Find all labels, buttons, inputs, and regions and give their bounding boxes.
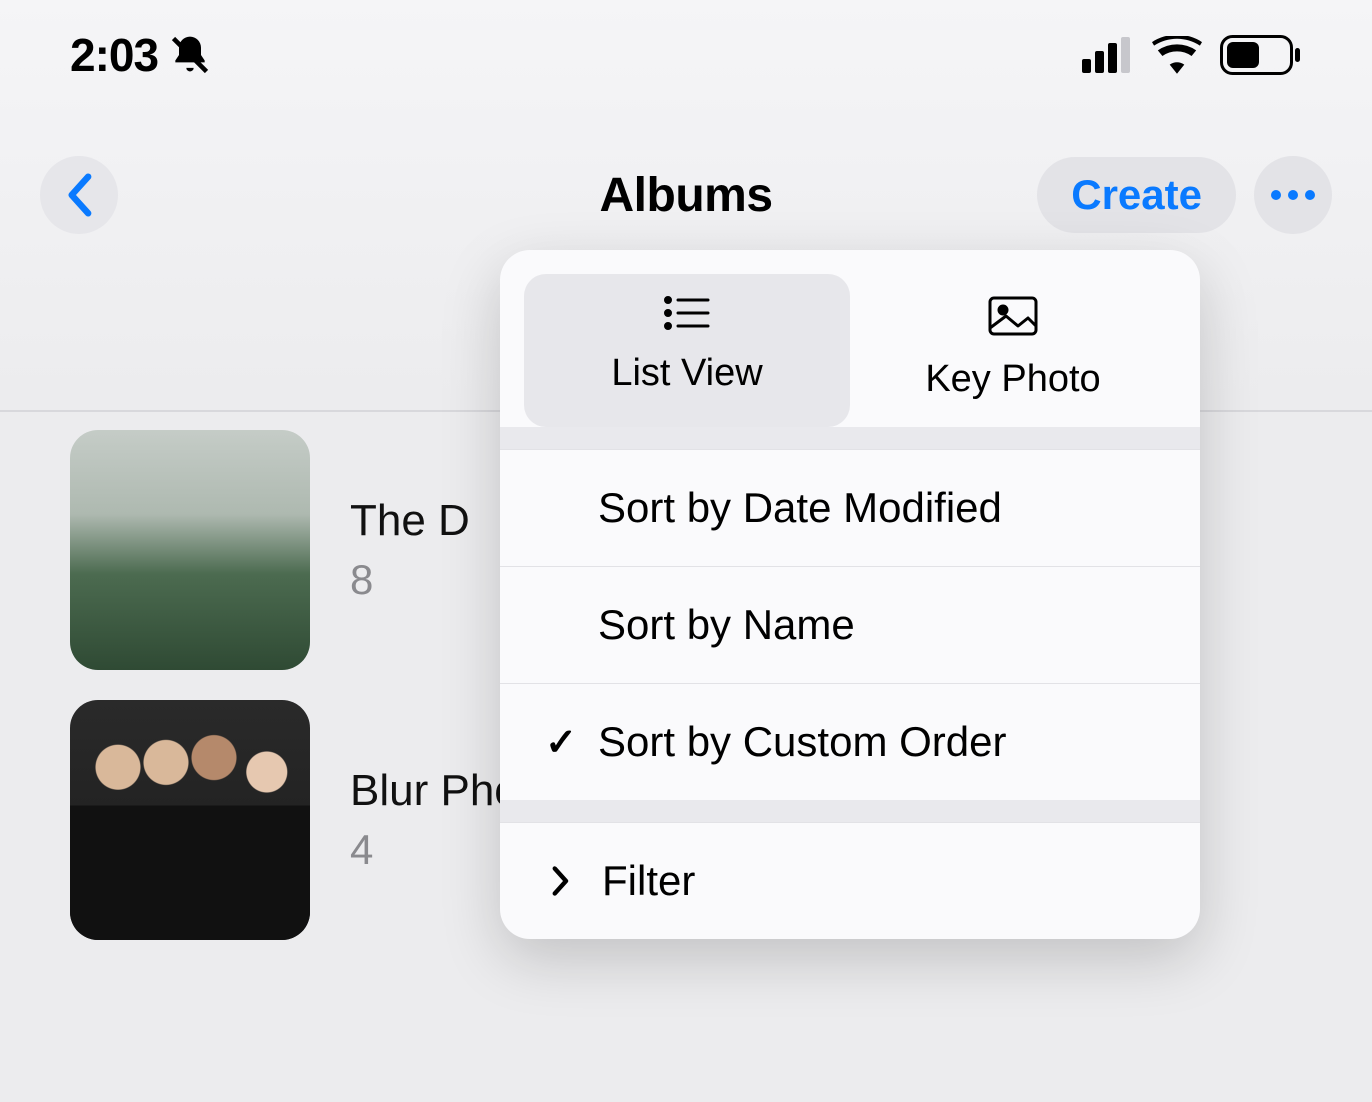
menu-sort-date-label: Sort by Date Modified xyxy=(598,484,1158,532)
nav-actions: Create xyxy=(1037,156,1332,234)
battery-icon xyxy=(1220,35,1302,75)
menu-list-view[interactable]: List View xyxy=(524,274,850,427)
list-icon xyxy=(664,296,710,340)
more-icon xyxy=(1270,189,1316,201)
album-title: Blur Pho xyxy=(350,766,519,816)
status-left: 2:03 xyxy=(70,28,212,82)
back-button[interactable] xyxy=(40,156,118,234)
menu-sort-custom-label: Sort by Custom Order xyxy=(598,718,1158,766)
wifi-icon xyxy=(1152,36,1202,74)
bell-silent-icon xyxy=(168,33,212,77)
album-thumbnail xyxy=(70,430,310,670)
cellular-icon xyxy=(1082,37,1134,73)
menu-sort-custom[interactable]: ✓ Sort by Custom Order xyxy=(500,683,1200,800)
menu-sort-name[interactable]: Sort by Name xyxy=(500,566,1200,683)
menu-sort-name-label: Sort by Name xyxy=(598,601,1158,649)
album-count: 8 xyxy=(350,556,470,604)
chevron-left-icon xyxy=(64,173,94,217)
options-menu: List View Key Photo Sort by Date Modifie… xyxy=(500,250,1200,939)
create-button[interactable]: Create xyxy=(1037,157,1236,233)
nav-bar: Albums Create xyxy=(0,150,1372,240)
status-right xyxy=(1082,35,1302,75)
page-title: Albums xyxy=(599,168,772,223)
more-button[interactable] xyxy=(1254,156,1332,234)
status-time: 2:03 xyxy=(70,28,158,82)
status-bar: 2:03 xyxy=(0,0,1372,110)
menu-list-view-label: List View xyxy=(611,352,762,395)
chevron-right-icon xyxy=(542,866,580,896)
menu-sort-date[interactable]: Sort by Date Modified xyxy=(500,449,1200,566)
menu-filter-label: Filter xyxy=(602,857,1158,905)
menu-filter[interactable]: Filter xyxy=(500,822,1200,939)
album-title: The D xyxy=(350,496,470,546)
menu-key-photo[interactable]: Key Photo xyxy=(850,274,1176,427)
album-thumbnail xyxy=(70,700,310,940)
photo-icon xyxy=(988,296,1038,346)
checkmark-icon: ✓ xyxy=(542,720,580,765)
menu-key-photo-label: Key Photo xyxy=(925,358,1100,401)
album-count: 4 xyxy=(350,826,519,874)
